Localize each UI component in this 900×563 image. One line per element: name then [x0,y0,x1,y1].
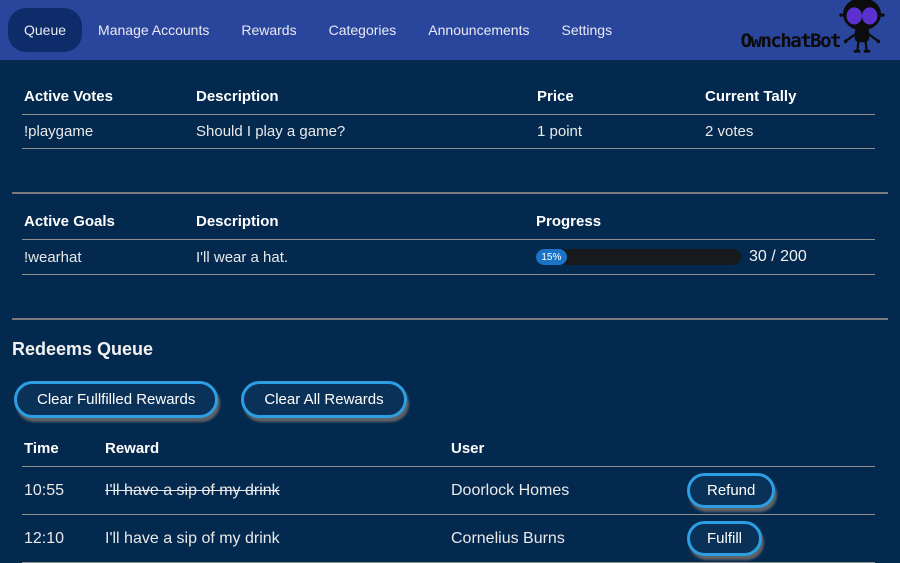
nav-tab-settings[interactable]: Settings [545,8,628,52]
vote-description: Should I play a game? [194,115,535,149]
goal-command: !wearhat [22,240,194,275]
progress-bar-track: 15% [536,249,741,265]
col-header-current-tally: Current Tally [703,79,875,115]
active-vote-row: !playgame Should I play a game? 1 point … [22,115,875,149]
col-header-time: Time [22,431,103,467]
clear-fulfilled-rewards-button[interactable]: Clear Fullfilled Rewards [14,381,218,418]
redeems-header-row: Time Reward User [22,431,875,467]
col-header-active-goals: Active Goals [22,204,194,240]
nav-tab-rewards[interactable]: Rewards [225,8,312,52]
clear-all-rewards-button[interactable]: Clear All Rewards [241,381,406,418]
col-header-user: User [449,431,685,467]
goal-description: I'll wear a hat. [194,240,534,275]
vote-command: !playgame [22,115,194,149]
progress-value-text: 30 / 200 [749,248,807,266]
col-header-progress: Progress [534,204,875,240]
col-header-description: Description [194,204,534,240]
redeem-row: 12:10 I'll have a sip of my drink Cornel… [22,515,875,563]
logo-wordmark: OwnchatBot [741,32,840,51]
col-header-price: Price [535,79,703,115]
fulfill-button[interactable]: Fulfill [687,521,762,556]
redeems-actions: Clear Fullfilled Rewards Clear All Rewar… [14,381,900,418]
col-header-description: Description [194,79,535,115]
redeem-reward: I'll have a sip of my drink [103,467,449,515]
redeem-user: Cornelius Burns [449,515,685,563]
active-goal-row: !wearhat I'll wear a hat. 15% 30 / 200 [22,240,875,275]
section-divider [12,192,888,194]
redeem-user: Doorlock Homes [449,467,685,515]
robot-mascot-icon [834,0,890,54]
active-votes-table: Active Votes Description Price Current T… [22,79,875,149]
nav-tab-categories[interactable]: Categories [313,8,413,52]
nav-tab-queue[interactable]: Queue [8,8,82,52]
nav-tab-announcements[interactable]: Announcements [412,8,545,52]
app-logo: OwnchatBot [741,0,890,60]
top-navbar: Queue Manage Accounts Rewards Categories… [0,0,900,60]
redeem-row: 10:55 I'll have a sip of my drink Doorlo… [22,467,875,515]
goal-progress: 15% 30 / 200 [536,248,873,266]
active-goals-table: Active Goals Description Progress !wearh… [22,204,875,275]
nav-tab-manage-accounts[interactable]: Manage Accounts [82,8,225,52]
redeems-queue-table: Time Reward User 10:55 I'll have a sip o… [22,431,875,563]
redeem-time: 10:55 [22,467,103,515]
progress-bar-fill: 15% [536,249,567,265]
vote-price: 1 point [535,115,703,149]
col-header-active-votes: Active Votes [22,79,194,115]
section-divider [12,318,888,320]
active-votes-header-row: Active Votes Description Price Current T… [22,79,875,115]
vote-tally: 2 votes [703,115,875,149]
col-header-reward: Reward [103,431,449,467]
redeem-reward: I'll have a sip of my drink [103,515,449,563]
active-goals-header-row: Active Goals Description Progress [22,204,875,240]
redeems-queue-title: Redeems Queue [12,339,900,360]
redeem-time: 12:10 [22,515,103,563]
refund-button[interactable]: Refund [687,473,775,508]
